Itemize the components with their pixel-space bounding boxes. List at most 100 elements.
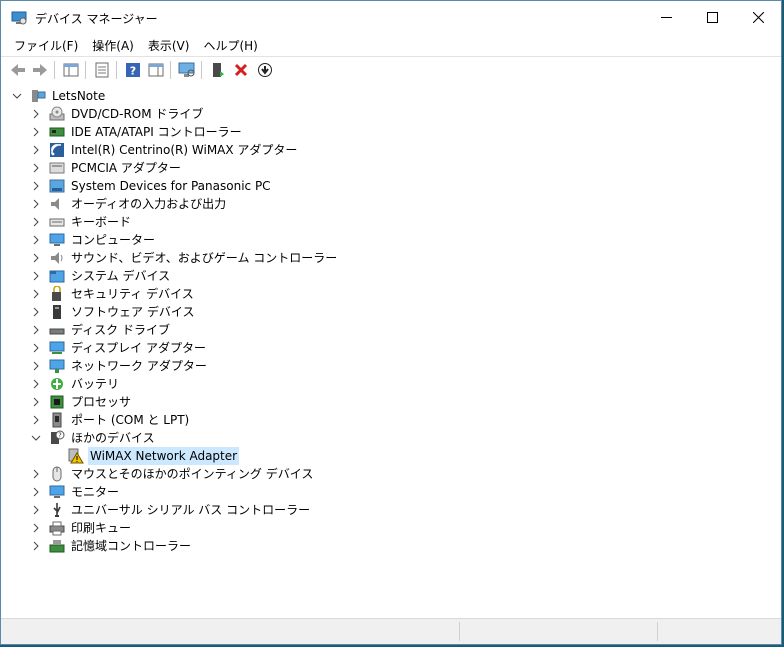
- menu-file[interactable]: ファイル(F): [7, 34, 85, 56]
- tree-category[interactable]: ネットワーク アダプター: [1, 357, 781, 375]
- tree-category[interactable]: マウスとそのほかのポインティング デバイス: [1, 465, 781, 483]
- expand-toggle[interactable]: [30, 180, 42, 192]
- expand-chevron-icon: [33, 217, 39, 227]
- update-driver-icon: [258, 63, 272, 77]
- expand-chevron-icon: [33, 523, 39, 533]
- expand-chevron-icon: [33, 235, 39, 245]
- tree-category[interactable]: ? ほかのデバイス: [1, 429, 781, 447]
- tree-category[interactable]: DVD/CD-ROM ドライブ: [1, 105, 781, 123]
- tree-category[interactable]: バッテリ: [1, 375, 781, 393]
- uninstall-device-button[interactable]: [231, 61, 251, 79]
- console-tree-button[interactable]: [61, 61, 81, 79]
- tree-category[interactable]: PCMCIA アダプター: [1, 159, 781, 177]
- scan-hardware-button[interactable]: [177, 61, 197, 79]
- update-driver-button[interactable]: [255, 61, 275, 79]
- close-button[interactable]: [735, 1, 781, 34]
- menu-view[interactable]: 表示(V): [141, 34, 197, 56]
- tree-category[interactable]: System Devices for Panasonic PC: [1, 177, 781, 195]
- tree-category[interactable]: サウンド、ビデオ、およびゲーム コントローラー: [1, 249, 781, 267]
- expand-chevron-icon: [33, 163, 39, 173]
- expand-toggle[interactable]: [30, 306, 42, 318]
- battery-icon: [51, 378, 63, 390]
- tree-item-label: ほかのデバイス: [71, 431, 155, 445]
- tree-item-label: DVD/CD-ROM ドライブ: [71, 107, 204, 121]
- expand-toggle[interactable]: [30, 216, 42, 228]
- expand-toggle[interactable]: [30, 252, 42, 264]
- menu-help[interactable]: ヘルプ(H): [196, 34, 264, 56]
- expand-toggle[interactable]: [30, 234, 42, 246]
- tree-category[interactable]: セキュリティ デバイス: [1, 285, 781, 303]
- tree-category[interactable]: キーボード: [1, 213, 781, 231]
- properties-button[interactable]: [92, 61, 112, 79]
- tree-category[interactable]: ディスク ドライブ: [1, 321, 781, 339]
- tree-item-label: バッテリ: [71, 377, 120, 391]
- expand-chevron-icon: [33, 271, 39, 281]
- window-title: デバイス マネージャー: [35, 12, 158, 26]
- tree-category[interactable]: 印刷キュー: [1, 519, 781, 537]
- expand-toggle[interactable]: [30, 522, 42, 534]
- maximize-button[interactable]: [689, 1, 735, 34]
- tree-root[interactable]: LetsNote: [1, 87, 781, 105]
- expand-chevron-icon: [33, 361, 39, 371]
- tree-item-label: ディスプレイ アダプター: [71, 341, 206, 355]
- expand-toggle[interactable]: [30, 414, 42, 426]
- tree-category[interactable]: ソフトウェア デバイス: [1, 303, 781, 321]
- expand-toggle[interactable]: [30, 342, 42, 354]
- expand-toggle[interactable]: [30, 378, 42, 390]
- action-pane-button[interactable]: [146, 61, 166, 79]
- tree-category[interactable]: Intel(R) Centrino(R) WiMAX アダプター: [1, 141, 781, 159]
- expand-chevron-icon: [33, 505, 39, 515]
- expand-chevron-icon: [33, 487, 39, 497]
- collapse-toggle[interactable]: [30, 432, 42, 444]
- expand-toggle[interactable]: [30, 504, 42, 516]
- expand-chevron-icon: [33, 343, 39, 353]
- back-button[interactable]: [8, 61, 28, 79]
- tree-category[interactable]: モニター: [1, 483, 781, 501]
- collapse-toggle[interactable]: [11, 90, 23, 102]
- tree-category[interactable]: ディスプレイ アダプター: [1, 339, 781, 357]
- tree-item-label: 記憶域コントローラー: [71, 539, 192, 553]
- keyboard-icon: [49, 218, 65, 227]
- collapse-chevron-icon: [12, 93, 22, 99]
- toolbar-separator: [85, 61, 86, 79]
- svg-text:?: ?: [130, 65, 136, 78]
- expand-toggle[interactable]: [30, 288, 42, 300]
- expand-toggle[interactable]: [30, 324, 42, 336]
- expand-toggle[interactable]: [30, 144, 42, 156]
- expand-toggle[interactable]: [30, 468, 42, 480]
- tree-category[interactable]: システム デバイス: [1, 267, 781, 285]
- expand-toggle[interactable]: [30, 126, 42, 138]
- expand-toggle[interactable]: [30, 486, 42, 498]
- expand-toggle[interactable]: [30, 162, 42, 174]
- device-tree[interactable]: LetsNote DVD/CD-ROM ドライブ IDE ATA/ATAPI コント…: [1, 83, 781, 618]
- tree-item-label: ユニバーサル シリアル バス コントローラー: [71, 503, 311, 517]
- tree-category[interactable]: プロセッサ: [1, 393, 781, 411]
- toolbar-separator: [54, 61, 55, 79]
- expand-toggle[interactable]: [30, 396, 42, 408]
- system-device-folder-icon: [49, 270, 65, 283]
- tree-category[interactable]: ポート (COM と LPT): [1, 411, 781, 429]
- menu-action[interactable]: 操作(A): [85, 34, 141, 56]
- expand-toggle[interactable]: [30, 198, 42, 210]
- network-adapter-icon: [49, 359, 65, 373]
- expand-toggle[interactable]: [30, 540, 42, 552]
- expand-toggle[interactable]: [30, 108, 42, 120]
- tree-category[interactable]: 記憶域コントローラー: [1, 537, 781, 555]
- minimize-button[interactable]: [643, 1, 689, 34]
- help-button[interactable]: ?: [123, 61, 143, 79]
- tree-category[interactable]: ユニバーサル シリアル バス コントローラー: [1, 501, 781, 519]
- forward-button[interactable]: [30, 61, 50, 79]
- enable-device-button[interactable]: [208, 61, 228, 79]
- tree-category[interactable]: コンピューター: [1, 231, 781, 249]
- tree-device[interactable]: WiMAX Network Adapter: [1, 447, 781, 465]
- expand-chevron-icon: [33, 253, 39, 263]
- tree-category[interactable]: IDE ATA/ATAPI コントローラー: [1, 123, 781, 141]
- expand-toggle[interactable]: [30, 360, 42, 372]
- tree-category[interactable]: オーディオの入力および出力: [1, 195, 781, 213]
- tree-item-label: プロセッサ: [71, 395, 132, 409]
- expand-toggle[interactable]: [30, 270, 42, 282]
- title-bar[interactable]: デバイス マネージャー: [1, 1, 781, 34]
- dvd-drive-icon: [49, 106, 65, 121]
- uninstall-device-icon: [234, 63, 248, 77]
- tree-item-label: ポート (COM と LPT): [71, 413, 190, 427]
